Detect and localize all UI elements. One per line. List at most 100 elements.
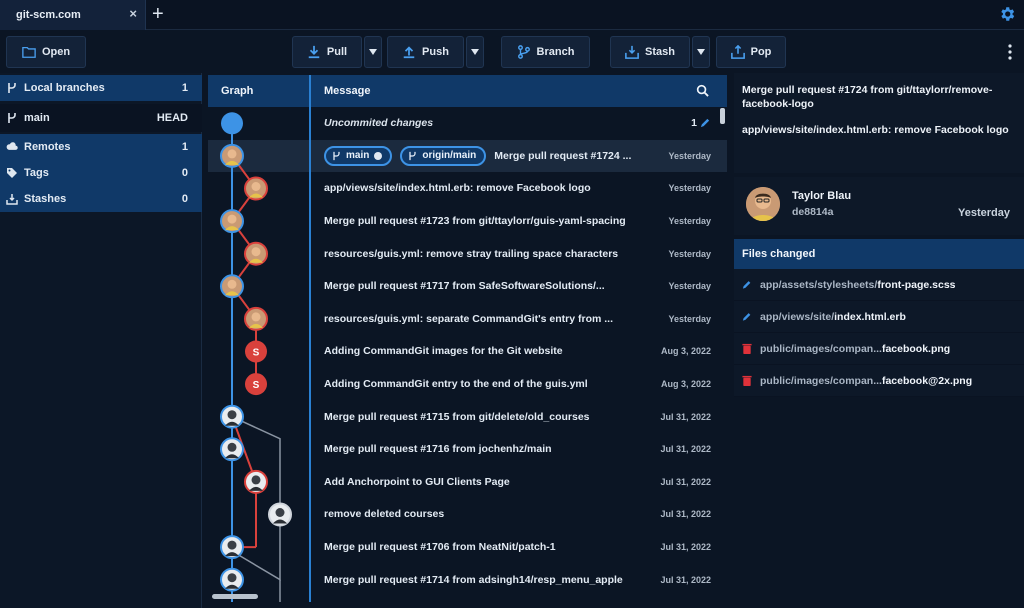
sidebar-item-stashes[interactable]: Stashes 0 [0, 186, 202, 212]
pencil-icon [700, 118, 710, 128]
table-row[interactable]: resources/guis.yml: separate CommandGit'… [311, 303, 727, 336]
push-dropdown-button[interactable] [466, 36, 484, 68]
folder-icon [22, 46, 36, 58]
graph-lines: SS [220, 112, 292, 602]
commit-details-panel: Merge pull request #1724 from git/ttaylo… [734, 73, 1024, 608]
uncommitted-node [221, 112, 243, 135]
branch-icon [6, 82, 18, 94]
file-name: facebook@2x.png [881, 374, 973, 387]
sidebar-item-remotes[interactable]: Remotes 1 [0, 134, 202, 160]
table-row[interactable]: Merge pull request #1723 from git/ttaylo… [311, 205, 727, 238]
commit-message: Add Anchorpoint to GUI Clients Page [324, 475, 510, 488]
table-row[interactable]: Merge pull request #1716 from jochenhz/m… [311, 433, 727, 466]
commit-body: app/views/site/index.html.erb: remove Fa… [742, 124, 1009, 136]
commit-sha[interactable]: de8814a [792, 206, 833, 218]
commit-date: Aug 3, 2022 [660, 346, 711, 357]
file-item[interactable]: app/assets/stylesheets/front-page.scss [734, 269, 1024, 301]
table-row[interactable]: Merge pull request #1715 from git/delete… [311, 400, 727, 433]
sidebar-item-label: Tags [24, 167, 49, 179]
pop-label: Pop [750, 46, 772, 58]
push-button[interactable]: Push [387, 36, 464, 68]
commit-message: Merge pull request #1706 from NeatNit/pa… [324, 541, 556, 554]
commit-message: Merge pull request #1716 from jochenhz/m… [324, 443, 552, 456]
branch-icon [409, 151, 416, 161]
commit-message: resources/guis.yml: separate CommandGit'… [324, 312, 614, 325]
local-branch-badge[interactable]: main [324, 145, 393, 166]
message-column-header[interactable]: Message [311, 75, 727, 107]
chevron-down-icon [369, 49, 377, 55]
branch-icon [517, 45, 530, 59]
search-icon[interactable] [696, 84, 709, 97]
pull-button[interactable]: Pull [292, 36, 362, 68]
graph-column-header[interactable]: Graph [208, 75, 309, 107]
remote-branch-badge[interactable]: origin/main [400, 145, 487, 166]
more-options-icon[interactable] [1008, 44, 1012, 60]
table-row[interactable]: remove deleted courses Jul 31, 2022 [311, 498, 727, 531]
repo-tab-title: git-scm.com [16, 9, 81, 21]
commit-node-initial: S [253, 348, 260, 359]
commit-graph[interactable]: SS [208, 107, 309, 602]
commit-message: Merge pull request #1714 from adsingh14/… [324, 573, 623, 586]
table-row[interactable]: Add Anchorpoint to GUI Clients Page Jul 3… [311, 466, 727, 499]
open-button[interactable]: Open [6, 36, 86, 68]
sidebar-item-tags[interactable]: Tags 0 [0, 160, 202, 186]
branch-icon [333, 151, 340, 161]
close-tab-icon[interactable]: × [129, 6, 137, 21]
commit-message: resources/guis.yml: remove stray trailin… [324, 247, 619, 260]
table-row[interactable]: Merge pull request #1717 from SafeSoftwa… [311, 270, 727, 303]
repo-tab[interactable]: git-scm.com × [0, 0, 146, 30]
table-row[interactable]: Adding CommandGit entry to the end of th… [311, 368, 727, 401]
commit-node-initial: S [253, 380, 260, 391]
commit-list[interactable]: Uncommited changes 1 main origin/main Me… [311, 107, 727, 602]
file-item[interactable]: app/views/site/index.html.erb [734, 301, 1024, 333]
commit-avatar-face [275, 508, 285, 517]
files-changed-header: Files changed [734, 239, 1024, 269]
file-dir: app/assets/stylesheets/ [760, 278, 878, 291]
commit-message: Adding CommandGit entry to the end of th… [324, 378, 588, 391]
graph-header-label: Graph [221, 85, 254, 97]
stashes-count: 0 [181, 193, 188, 205]
commit-title: Merge pull request #1724 from git/ttaylo… [742, 84, 993, 110]
stash-label: Stash [645, 46, 675, 58]
commit-date: Yesterday [668, 313, 711, 324]
trash-icon [742, 375, 752, 386]
commit-date: Jul 31, 2022 [660, 542, 711, 553]
table-row[interactable]: resources/guis.yml: remove stray trailin… [311, 237, 727, 270]
pop-button[interactable]: Pop [716, 36, 786, 68]
head-dot-icon [374, 151, 383, 160]
commit-message: Merge pull request #1723 from git/ttaylo… [324, 215, 626, 228]
table-row[interactable]: Merge pull request #1714 from adsingh14/… [311, 563, 727, 596]
commit-date: Jul 31, 2022 [660, 444, 711, 455]
add-tab-icon[interactable]: + [152, 3, 164, 26]
table-row[interactable]: Adding CommandGit images for the Git web… [311, 335, 727, 368]
file-item[interactable]: public/images/compan... facebook@2x.png [734, 365, 1024, 397]
table-row[interactable]: main origin/main Merge pull request #172… [311, 139, 727, 173]
upload-icon [403, 46, 415, 59]
sidebar-item-main-branch[interactable]: main HEAD [0, 104, 202, 132]
file-item[interactable]: public/images/compan... facebook.png [734, 333, 1024, 365]
download-icon [308, 45, 320, 59]
commit-date: Aug 3, 2022 [660, 379, 711, 390]
author-card: Taylor Blau de8814a Yesterday [734, 177, 1024, 235]
pull-dropdown-button[interactable] [364, 36, 382, 68]
stash-icon [625, 45, 639, 59]
stash-button[interactable]: Stash [610, 36, 690, 68]
vertical-scrollbar[interactable] [720, 108, 725, 124]
commit-message: remove deleted courses [324, 508, 445, 521]
remotes-count: 1 [181, 141, 188, 153]
stash-icon [6, 193, 18, 205]
uncommitted-changes-row[interactable]: Uncommited changes 1 [311, 107, 727, 140]
commit-avatar-face [251, 247, 261, 257]
branch-button[interactable]: Branch [501, 36, 590, 68]
table-row[interactable]: app/views/site/index.html.erb: remove Fa… [311, 172, 727, 205]
trash-icon [742, 343, 752, 354]
commit-message: Merge pull request #1715 from git/delete… [324, 410, 590, 423]
horizontal-scrollbar[interactable] [212, 594, 258, 599]
sidebar-item-local-branches[interactable]: Local branches 1 [0, 75, 202, 101]
gear-icon[interactable] [998, 5, 1016, 23]
branch-label: Branch [536, 46, 575, 58]
table-row[interactable]: Merge pull request #1706 from NeatNit/pa… [311, 531, 727, 564]
file-name: front-page.scss [877, 278, 956, 291]
branch-icon [6, 112, 18, 124]
stash-dropdown-button[interactable] [692, 36, 710, 68]
